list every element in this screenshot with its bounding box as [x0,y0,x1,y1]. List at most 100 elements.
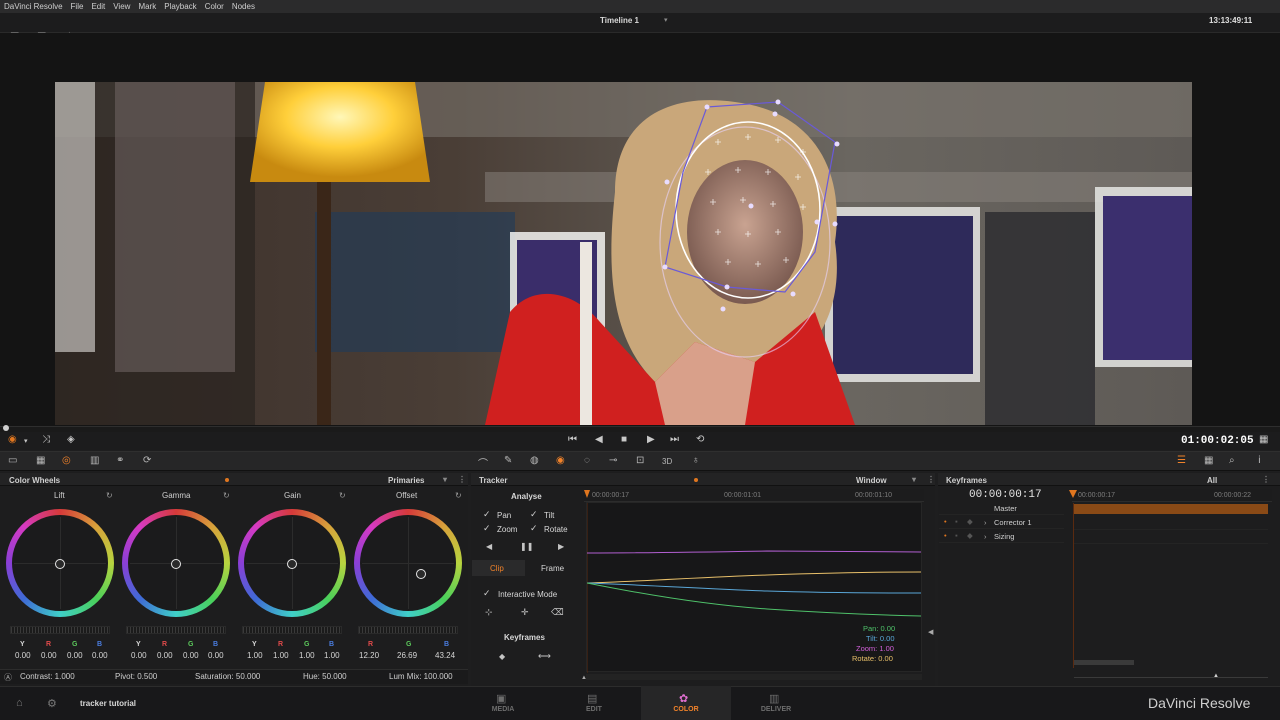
motion-effects-icon[interactable]: ⚭ [116,455,124,466]
lift-b-value[interactable]: 0.00 [92,651,108,660]
gamma-y-value[interactable]: 0.00 [131,651,147,660]
gain-r-value[interactable]: 1.00 [273,651,289,660]
collapse-icon[interactable]: ◀ [928,628,933,636]
chevron-down-icon[interactable]: ▾ [664,16,668,24]
tracker-icon[interactable]: ◉ [556,455,565,466]
nav-edit[interactable]: ▤ EDIT [549,686,639,720]
info-icon[interactable]: ⅰ [1258,455,1261,466]
keyframes-panel-icon[interactable]: ☰ [1177,455,1186,466]
track-reverse-icon[interactable]: ◀ [486,542,492,551]
lock-icon[interactable]: ▪ [955,531,958,540]
play-icon[interactable]: ▶ [647,434,655,445]
menu-edit[interactable]: Edit [91,2,105,11]
video-frame[interactable] [55,82,1192,425]
offset-r-value[interactable]: 12.20 [359,651,379,660]
master-keyframe-track[interactable] [1074,504,1268,514]
color-match-icon[interactable]: ▦ [36,455,45,466]
diamond-icon[interactable]: ◆ [967,517,973,526]
slider-handle[interactable]: ▲ [1213,673,1219,679]
offset-handle[interactable] [416,569,426,579]
diamond-icon[interactable]: ◆ [967,531,973,540]
3d-icon[interactable]: 3D [662,457,672,466]
primaries-select[interactable]: Primaries [388,476,424,485]
interactive-mode-option[interactable]: Interactive Mode [498,590,557,599]
offset-master-wheel[interactable] [358,626,458,634]
nav-media[interactable]: ▣ MEDIA [458,686,548,720]
stop-icon[interactable]: ■ [621,434,627,445]
key-icon[interactable]: ⊸ [609,455,617,466]
gain-master-wheel[interactable] [242,626,342,634]
chevron-down-icon[interactable]: ▾ [912,475,916,484]
color-wheels-icon[interactable]: ◎ [62,455,71,466]
more-options-icon[interactable]: ⋮ [458,475,466,484]
lift-g-value[interactable]: 0.00 [67,651,83,660]
grid-icon[interactable]: ▦ [1259,434,1268,445]
lock-icon[interactable]: ▪ [955,517,958,526]
gamma-master-wheel[interactable] [126,626,226,634]
reverse-play-icon[interactable]: ◀ [595,434,603,445]
menu-file[interactable]: File [71,2,84,11]
offset-b-value[interactable]: 43.24 [435,651,455,660]
scroll-marker-icon[interactable]: ▲ [581,675,587,681]
home-icon[interactable]: ⌂ [16,697,23,709]
check-icon[interactable]: ✓ [530,523,538,534]
window-icon[interactable]: ◍ [530,455,539,466]
reset-icon[interactable]: ↻ [339,491,346,500]
keyframe-dot-icon[interactable]: • [944,517,947,526]
offset-g-value[interactable]: 26.69 [397,651,417,660]
sampling-icon[interactable]: ♁ [692,455,700,466]
loop-icon[interactable]: ⟲ [696,434,704,445]
add-point-icon[interactable]: ✛ [521,607,529,618]
lift-handle[interactable] [55,559,65,569]
lift-master-wheel[interactable] [10,626,110,634]
keyframe-range-icon[interactable]: ⟷ [538,651,551,662]
sizing-icon[interactable]: ⊡ [636,455,644,466]
tracker-scrollbar[interactable] [586,674,922,680]
menu-mark[interactable]: Mark [138,2,156,11]
keyframes-zoom-slider[interactable]: ▲ [1074,673,1268,681]
auto-balance-icon[interactable]: Ⓐ [4,672,12,683]
qualifier-icon[interactable]: ✎ [504,455,512,466]
nav-deliver[interactable]: ▥ DELIVER [731,686,821,720]
track-forward-icon[interactable]: ▶ [558,542,564,551]
nodes-icon[interactable]: ◉ [8,434,17,445]
expand-icon[interactable]: › [984,532,987,541]
check-icon[interactable]: ✓ [483,523,491,534]
nav-color[interactable]: ✿ COLOR [641,686,731,720]
reset-icon[interactable]: ↻ [106,491,113,500]
menu-playback[interactable]: Playback [164,2,196,11]
scopes-icon[interactable]: ⌕ [1229,455,1235,466]
camera-raw-icon[interactable]: ▭ [8,455,17,466]
gain-g-value[interactable]: 1.00 [299,651,315,660]
expand-icon[interactable]: › [984,518,987,527]
keyframes-filter[interactable]: All [1207,476,1217,485]
sizing-keyframe-track[interactable] [1074,532,1268,544]
refresh-icon[interactable]: ⟳ [143,455,151,466]
audio-icon[interactable]: ◈ [67,434,75,445]
kf-row-corrector[interactable]: • ▪ ◆ › Corrector 1 [939,516,1064,529]
tilt-option[interactable]: Tilt [544,511,554,520]
gamma-r-value[interactable]: 0.00 [157,651,173,660]
gamma-b-value[interactable]: 0.00 [208,651,224,660]
frame-tab[interactable]: Frame [541,564,564,573]
contrast-value[interactable]: Contrast: 1.000 [20,672,75,681]
skip-back-icon[interactable]: ⏮ [568,434,577,445]
gain-b-value[interactable]: 1.00 [324,651,340,660]
app-menu[interactable]: DaVinci Resolve [4,2,63,11]
more-options-icon[interactable]: ⋮ [927,475,935,484]
blur-icon[interactable]: ◌ [584,455,590,466]
reset-icon[interactable]: ↻ [455,491,462,500]
kf-row-master[interactable]: Master [939,502,1064,515]
check-icon[interactable]: ✓ [483,509,491,520]
lum-mix-value[interactable]: Lum Mix: 100.000 [389,672,453,681]
corrector-keyframe-track[interactable] [1074,518,1268,530]
gain-y-value[interactable]: 1.00 [247,651,263,660]
lift-r-value[interactable]: 0.00 [41,651,57,660]
gamma-g-value[interactable]: 0.00 [183,651,199,660]
clip-tab[interactable]: Clip [490,564,504,573]
shuffle-icon[interactable]: ⤨ [42,434,50,445]
hue-value[interactable]: Hue: 50.000 [303,672,347,681]
pause-icon[interactable]: ❚❚ [520,542,533,551]
zoom-option[interactable]: Zoom [497,525,517,534]
keyframe-dot-icon[interactable]: • [944,531,947,540]
